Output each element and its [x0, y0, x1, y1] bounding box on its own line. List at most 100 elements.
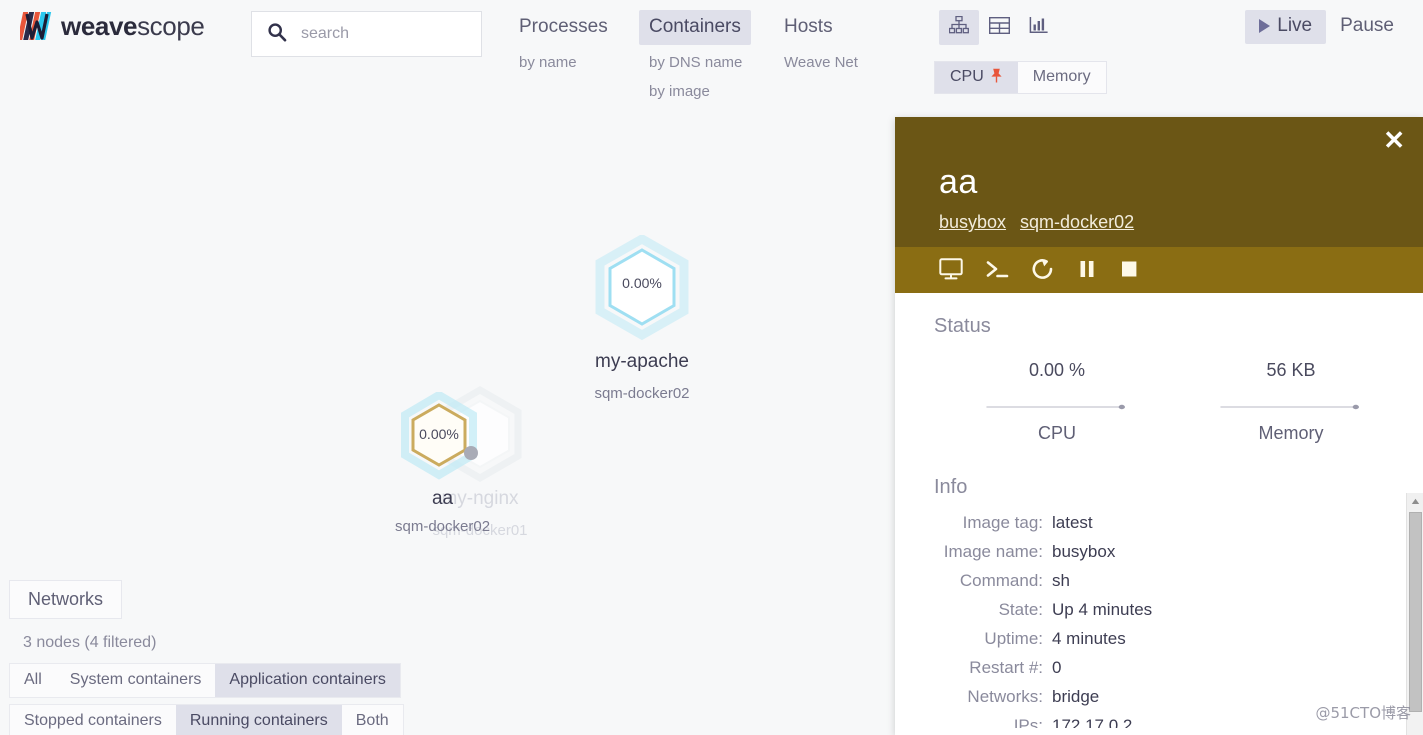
topology-column-containers: Containers by DNS name by image: [639, 10, 774, 103]
topology-processes[interactable]: Processes: [509, 10, 618, 45]
search-input[interactable]: [301, 25, 471, 43]
filter-both-containers[interactable]: Both: [342, 705, 403, 735]
info-value: Up 4 minutes: [1052, 600, 1153, 619]
metric-cpu-value: 0.00 %: [1028, 360, 1086, 380]
filter-row-container-state: Stopped containers Running containers Bo…: [9, 704, 404, 735]
topology-column-processes: Processes by name: [509, 10, 639, 103]
status-section-title: Status: [934, 315, 991, 337]
metric-memory-sparkline: [1219, 399, 1363, 413]
info-row: Networks: bridge: [895, 687, 1423, 707]
info-value: bridge: [1052, 687, 1100, 706]
search-box[interactable]: [251, 11, 482, 57]
filter-row-container-type: All System containers Application contai…: [9, 663, 401, 698]
weave-scope-app: weavescope Processes by name Containers …: [0, 0, 1423, 735]
metric-toggle-cpu[interactable]: CPU: [935, 62, 1018, 93]
time-control-group: Live Pause: [1245, 10, 1408, 44]
info-key: Command:: [959, 571, 1043, 590]
info-value: 172.17.0.2: [1052, 716, 1133, 728]
info-table: Image tag: latest Image name: busybox Co…: [895, 513, 1423, 728]
scrollbar-thumb[interactable]: [1409, 512, 1422, 712]
topology-canvas[interactable]: my-nginx sqm-docker01 0.00% my-apache sq…: [0, 110, 895, 580]
graph-view-button[interactable]: [939, 10, 979, 45]
node-count-label: 3 nodes (4 filtered): [23, 634, 157, 651]
metric-toggle-memory[interactable]: Memory: [1018, 62, 1106, 93]
graph-node-label: aa: [431, 488, 454, 509]
info-value: 0: [1052, 658, 1062, 677]
table-view-button[interactable]: [979, 10, 1019, 45]
graph-node-label: my-apache: [595, 351, 689, 372]
terminal-logs-icon[interactable]: [939, 258, 963, 280]
resource-view-button[interactable]: [1019, 10, 1059, 45]
filter-all[interactable]: All: [10, 664, 56, 697]
topology-nav: Processes by name Containers by DNS name…: [509, 10, 904, 103]
pause-button[interactable]: Pause: [1326, 10, 1408, 44]
info-section: Info Image tag: latest Image name: busyb…: [895, 476, 1423, 728]
info-key: Networks:: [967, 687, 1043, 706]
info-row: Uptime: 4 minutes: [895, 629, 1423, 649]
view-mode-group: [939, 10, 1059, 45]
details-link-image[interactable]: busybox: [939, 212, 1006, 233]
info-value: 4 minutes: [1052, 629, 1126, 648]
topology-containers[interactable]: Containers: [639, 10, 751, 45]
exec-shell-icon[interactable]: [985, 258, 1009, 280]
graph-node-aa[interactable]: 0.00% aa sqm-docker02: [395, 390, 490, 535]
details-scrollbar[interactable]: [1406, 493, 1423, 735]
stop-icon[interactable]: [1119, 258, 1139, 280]
graph-node-my-apache[interactable]: 0.00% my-apache sqm-docker02: [588, 233, 696, 402]
topology-hosts[interactable]: Hosts: [774, 10, 843, 45]
play-icon: [1259, 19, 1271, 33]
close-icon[interactable]: ✕: [1383, 127, 1405, 153]
table-view-icon: [988, 16, 1010, 39]
status-metrics: 0.00 % CPU 56 KB Memory: [895, 360, 1423, 444]
info-key: Restart #:: [969, 658, 1043, 677]
info-row: IPs: 172.17.0.2: [895, 716, 1423, 728]
metric-cpu-label: CPU: [1037, 423, 1076, 443]
details-body: Status 0.00 % CPU 56 KB Memory Info Imag…: [895, 293, 1423, 735]
details-title: aa: [939, 163, 978, 201]
scroll-up-icon[interactable]: [1407, 493, 1423, 510]
pin-icon[interactable]: [990, 68, 1003, 86]
filter-stopped-containers[interactable]: Stopped containers: [10, 705, 176, 735]
filter-system-containers[interactable]: System containers: [56, 664, 216, 697]
info-value: latest: [1052, 513, 1093, 532]
topology-containers-by-image[interactable]: by image: [639, 74, 720, 103]
info-key: State:: [998, 600, 1043, 619]
weave-logo-icon: [17, 8, 54, 44]
filter-running-containers[interactable]: Running containers: [175, 705, 342, 735]
info-key: IPs:: [1013, 716, 1043, 728]
topology-containers-by-dns-name[interactable]: by DNS name: [639, 45, 752, 74]
details-toolbar: [895, 247, 1423, 293]
graph-node-sublabel: sqm-docker02: [594, 385, 690, 402]
info-key: Uptime:: [984, 629, 1043, 648]
filter-application-containers[interactable]: Application containers: [215, 664, 400, 697]
networks-button[interactable]: Networks: [9, 580, 123, 619]
details-links: busybox sqm-docker02: [939, 212, 1395, 233]
live-button[interactable]: Live: [1245, 10, 1327, 44]
info-row: State: Up 4 minutes: [895, 600, 1423, 620]
info-row: Image tag: latest: [895, 513, 1423, 533]
graph-view-icon: [948, 15, 969, 39]
topology-column-hosts: Hosts Weave Net: [774, 10, 904, 103]
resource-view-icon: [1029, 16, 1049, 39]
pause-icon[interactable]: [1077, 258, 1097, 280]
info-row: Command: sh: [895, 571, 1423, 591]
restart-icon[interactable]: [1031, 258, 1055, 280]
topology-processes-by-name[interactable]: by name: [509, 45, 587, 74]
metric-memory-label: Memory: [1258, 423, 1324, 443]
metric-cpu-sparkline: [985, 399, 1129, 413]
info-row: Image name: busybox: [895, 542, 1423, 562]
info-key: Image tag:: [962, 513, 1043, 532]
brand-logo[interactable]: weavescope: [17, 8, 205, 44]
search-icon: [267, 22, 287, 47]
info-key: Image name:: [943, 542, 1043, 561]
metric-memory-value: 56 KB: [1266, 360, 1316, 380]
metric-cpu: 0.00 % CPU: [985, 360, 1129, 444]
metric-memory: 56 KB Memory: [1219, 360, 1363, 444]
info-section-title: Info: [934, 476, 968, 498]
metric-toggle-group: CPU Memory: [934, 61, 1107, 94]
info-row: Restart #: 0: [895, 658, 1423, 678]
details-link-host[interactable]: sqm-docker02: [1020, 212, 1134, 233]
topology-hosts-weave-net[interactable]: Weave Net: [774, 45, 868, 74]
info-value: busybox: [1052, 542, 1116, 561]
info-value: sh: [1052, 571, 1070, 590]
